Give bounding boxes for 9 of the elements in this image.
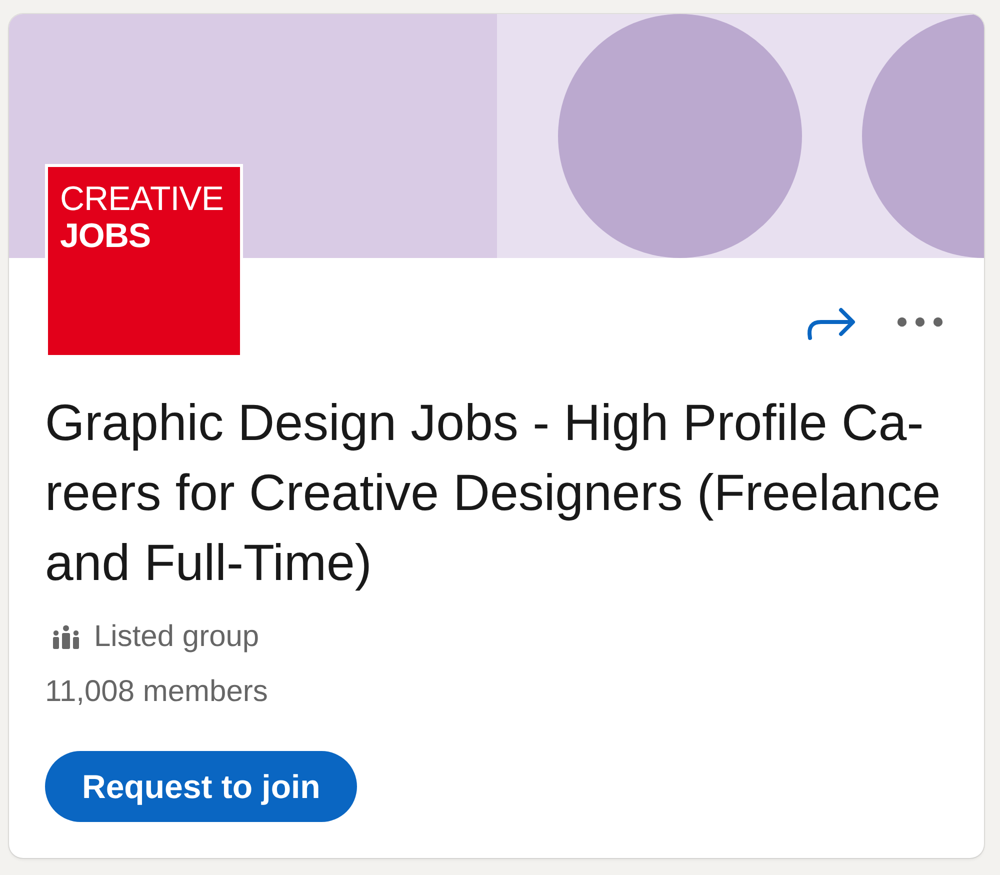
member-count: 11,008 members [45, 674, 268, 710]
logo-text: JOBS [60, 218, 151, 255]
join-button[interactable]: Request to join [45, 751, 358, 822]
more-button[interactable] [897, 317, 943, 327]
logo-text: CREATIVE [60, 181, 224, 218]
group-title: Graphic Design Jobs - High Profile Ca-reers for Creative Designers (Freelance and Full-Time) [45, 393, 942, 593]
more-icon [897, 317, 943, 327]
visibility-label: Listed group [94, 619, 260, 655]
people-icon [52, 625, 80, 649]
